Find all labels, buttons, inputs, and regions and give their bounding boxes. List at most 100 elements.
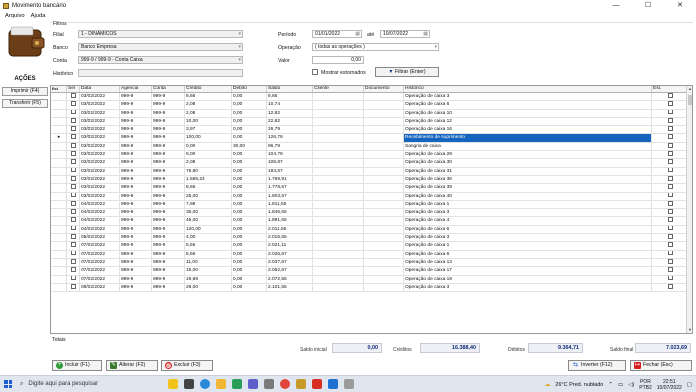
valor-field[interactable]: 0,00 (312, 56, 364, 64)
table-row[interactable]: 03/02/2022 999-9 999-9 1.586,24 0,00 1.769,91… (51, 175, 688, 185)
anydesk-icon[interactable] (312, 379, 322, 389)
table-row[interactable]: 07/02/2022 999-9 999-9 5,56 0,00 2.026,67 Oper… (51, 250, 688, 259)
column-header-cliente[interactable]: Cliente (313, 86, 364, 92)
app-icon-blue[interactable] (328, 379, 338, 389)
row-select-checkbox[interactable] (71, 250, 76, 256)
table-row[interactable]: 07/02/2022 999-9 999-9 19,88 0,00 2.072,55 Ope… (51, 275, 688, 284)
row-select-checkbox[interactable] (71, 142, 76, 148)
est-checkbox[interactable] (667, 142, 673, 148)
filial-select[interactable]: 1 - DINAMICOS ▾ (78, 30, 243, 38)
row-select-checkbox[interactable] (71, 167, 76, 173)
wallet-app-icon[interactable] (296, 379, 306, 389)
excluir-button[interactable]: ⊘ Excluir (F3) (161, 360, 213, 371)
row-select-checkbox[interactable] (71, 175, 76, 181)
table-row[interactable]: 03/02/2022 999-9 999-9 8,66 0,00 1.778,57 Oper… (51, 184, 688, 193)
banco-select[interactable]: Banco Empresa ▾ (78, 43, 243, 51)
movements-grid[interactable]: Est Sel Data Agencia Conta Crédito Débito Saldo… (50, 85, 693, 334)
column-header-sel[interactable]: Sel (67, 86, 80, 92)
table-row[interactable]: 07/02/2022 999-9 999-9 11,00 0,00 2.037,67 Ope… (51, 258, 688, 268)
row-select-checkbox[interactable] (71, 126, 76, 131)
est-checkbox[interactable] (667, 217, 673, 223)
teams-icon[interactable] (248, 379, 258, 389)
column-header-conta[interactable]: Conta (152, 86, 185, 92)
table-row[interactable]: 03/02/2022 999-9 999-9 10,00 0,00 22,82 Operaç… (51, 117, 688, 127)
column-header-credito[interactable]: Crédito (185, 86, 232, 92)
table-row[interactable]: 04/02/2022 999-9 999-9 35,00 0,00 1.846,55 Ope… (51, 209, 688, 218)
est-checkbox[interactable] (667, 267, 673, 272)
est-checkbox[interactable] (667, 126, 673, 131)
table-row[interactable]: 07/02/2022 999-9 999-9 15,00 0,00 2.052,67 Ope… (51, 267, 688, 276)
excel-icon[interactable] (232, 379, 242, 389)
app-icon-generic[interactable] (264, 379, 274, 389)
row-select-checkbox[interactable] (71, 234, 76, 239)
table-row[interactable]: ▸ 03/02/2022 999-9 999-9 100,00 0,00 126,79 Rec… (51, 134, 688, 143)
chrome-icon[interactable] (280, 379, 290, 389)
historico-field[interactable] (78, 69, 243, 77)
row-select-checkbox[interactable] (71, 225, 76, 231)
row-select-checkbox[interactable] (71, 101, 76, 107)
file-explorer-icon[interactable] (216, 379, 226, 389)
est-checkbox[interactable] (667, 184, 673, 189)
conta-select[interactable]: 999-9 / 999-9 - Conta Caixa ▾ (78, 56, 243, 64)
app-icon-gray[interactable] (344, 379, 354, 389)
est-checkbox[interactable] (667, 200, 673, 206)
table-row[interactable]: 03/02/2022 999-9 999-9 2,08 0,00 106,87 Operaç… (51, 159, 688, 168)
table-row[interactable]: 04/02/2022 999-9 999-9 7,98 0,00 1.811,55 Oper… (51, 200, 688, 210)
row-select-checkbox[interactable] (71, 93, 76, 98)
inverter-button[interactable]: ⇆ Inverter (F12) (568, 360, 626, 371)
row-select-checkbox[interactable] (71, 151, 76, 156)
maximize-icon[interactable]: ☐ (632, 0, 664, 11)
row-select-checkbox[interactable] (71, 134, 76, 140)
row-select-checkbox[interactable] (71, 184, 76, 189)
alterar-button[interactable]: ✎ Alterar (F2) (106, 360, 158, 371)
table-row[interactable]: 05/02/2022 999-9 999-9 4,00 0,00 2.015,55 Oper… (51, 234, 688, 243)
table-row[interactable]: 03/02/2022 999-9 999-9 0,00 30,00 96,79 Sangri… (51, 142, 688, 152)
row-select-checkbox[interactable] (71, 192, 76, 198)
table-row[interactable]: 03/02/2022 999-9 999-9 2,08 0,00 10,74 Operaçã… (51, 101, 688, 110)
table-row[interactable]: 03/02/2022 999-9 999-9 76,80 0,00 183,67 Opera… (51, 167, 688, 176)
column-header-data[interactable]: Data (80, 86, 120, 92)
notification-icon[interactable]: ▢ (687, 382, 692, 388)
edge-icon[interactable] (200, 379, 210, 389)
menu-ajuda[interactable]: Ajuda (31, 13, 46, 19)
est-checkbox[interactable] (667, 151, 673, 156)
widgets-icon[interactable] (168, 379, 178, 389)
table-row[interactable]: 03/02/2022 999-9 999-9 2,08 0,00 12,82 Operaçã… (51, 109, 688, 118)
table-row[interactable]: 04/02/2022 999-9 999-9 45,00 0,00 1.891,55 Ope… (51, 217, 688, 226)
row-select-checkbox[interactable] (71, 117, 76, 123)
est-checkbox[interactable] (667, 117, 673, 123)
column-header-est[interactable]: Est (51, 86, 67, 92)
est-checkbox[interactable] (667, 225, 673, 231)
clock[interactable]: 22:51 10/07/2022 (657, 379, 682, 391)
table-row[interactable]: 07/02/2022 999-9 999-9 5,56 0,00 2.021,11 Oper… (51, 242, 688, 251)
table-row[interactable]: 03/02/2022 999-9 999-9 3,97 0,00 26,79 Operaçã… (51, 126, 688, 135)
est-checkbox[interactable] (667, 109, 673, 115)
est-checkbox[interactable] (667, 192, 673, 198)
table-row[interactable]: 03/02/2022 999-9 999-9 8,66 0,00 8,66 Operação… (51, 93, 688, 102)
taskbar-search[interactable]: ⌕ Digite aqui para pesquisar (16, 376, 146, 392)
est-checkbox[interactable] (667, 175, 673, 181)
est-checkbox[interactable] (667, 275, 673, 281)
scroll-down-icon[interactable]: ▼ (687, 327, 692, 333)
menu-arquivo[interactable]: Arquivo (5, 13, 25, 19)
row-select-checkbox[interactable] (71, 267, 76, 272)
est-checkbox[interactable] (667, 209, 673, 214)
transferir-button[interactable]: Transferir (F5) (2, 99, 48, 108)
est-checkbox[interactable] (667, 283, 673, 289)
vertical-scrollbar[interactable]: ▲ ▼ (686, 86, 692, 333)
est-checkbox[interactable] (667, 167, 673, 173)
minimize-icon[interactable]: — (600, 0, 632, 11)
column-header-documento[interactable]: Documento (364, 86, 404, 92)
row-select-checkbox[interactable] (71, 275, 76, 281)
row-select-checkbox[interactable] (71, 109, 76, 115)
est-checkbox[interactable] (667, 101, 673, 107)
start-button[interactable] (0, 376, 16, 392)
operacao-select[interactable]: ( todas as operações ) ▾ (312, 43, 439, 51)
table-row[interactable]: 03/02/2022 999-9 999-9 8,00 0,00 104,79 Operaç… (51, 151, 688, 160)
incluir-button[interactable]: + Incluir (F1) (52, 360, 102, 371)
periodo-from-field[interactable]: 01/01/2022 ▦ (312, 30, 362, 38)
table-row[interactable]: 03/02/2022 999-9 999-9 25,00 0,00 1.803,57 Ope… (51, 192, 688, 201)
row-select-checkbox[interactable] (71, 258, 76, 264)
row-select-checkbox[interactable] (71, 242, 76, 248)
est-checkbox[interactable] (667, 242, 673, 248)
